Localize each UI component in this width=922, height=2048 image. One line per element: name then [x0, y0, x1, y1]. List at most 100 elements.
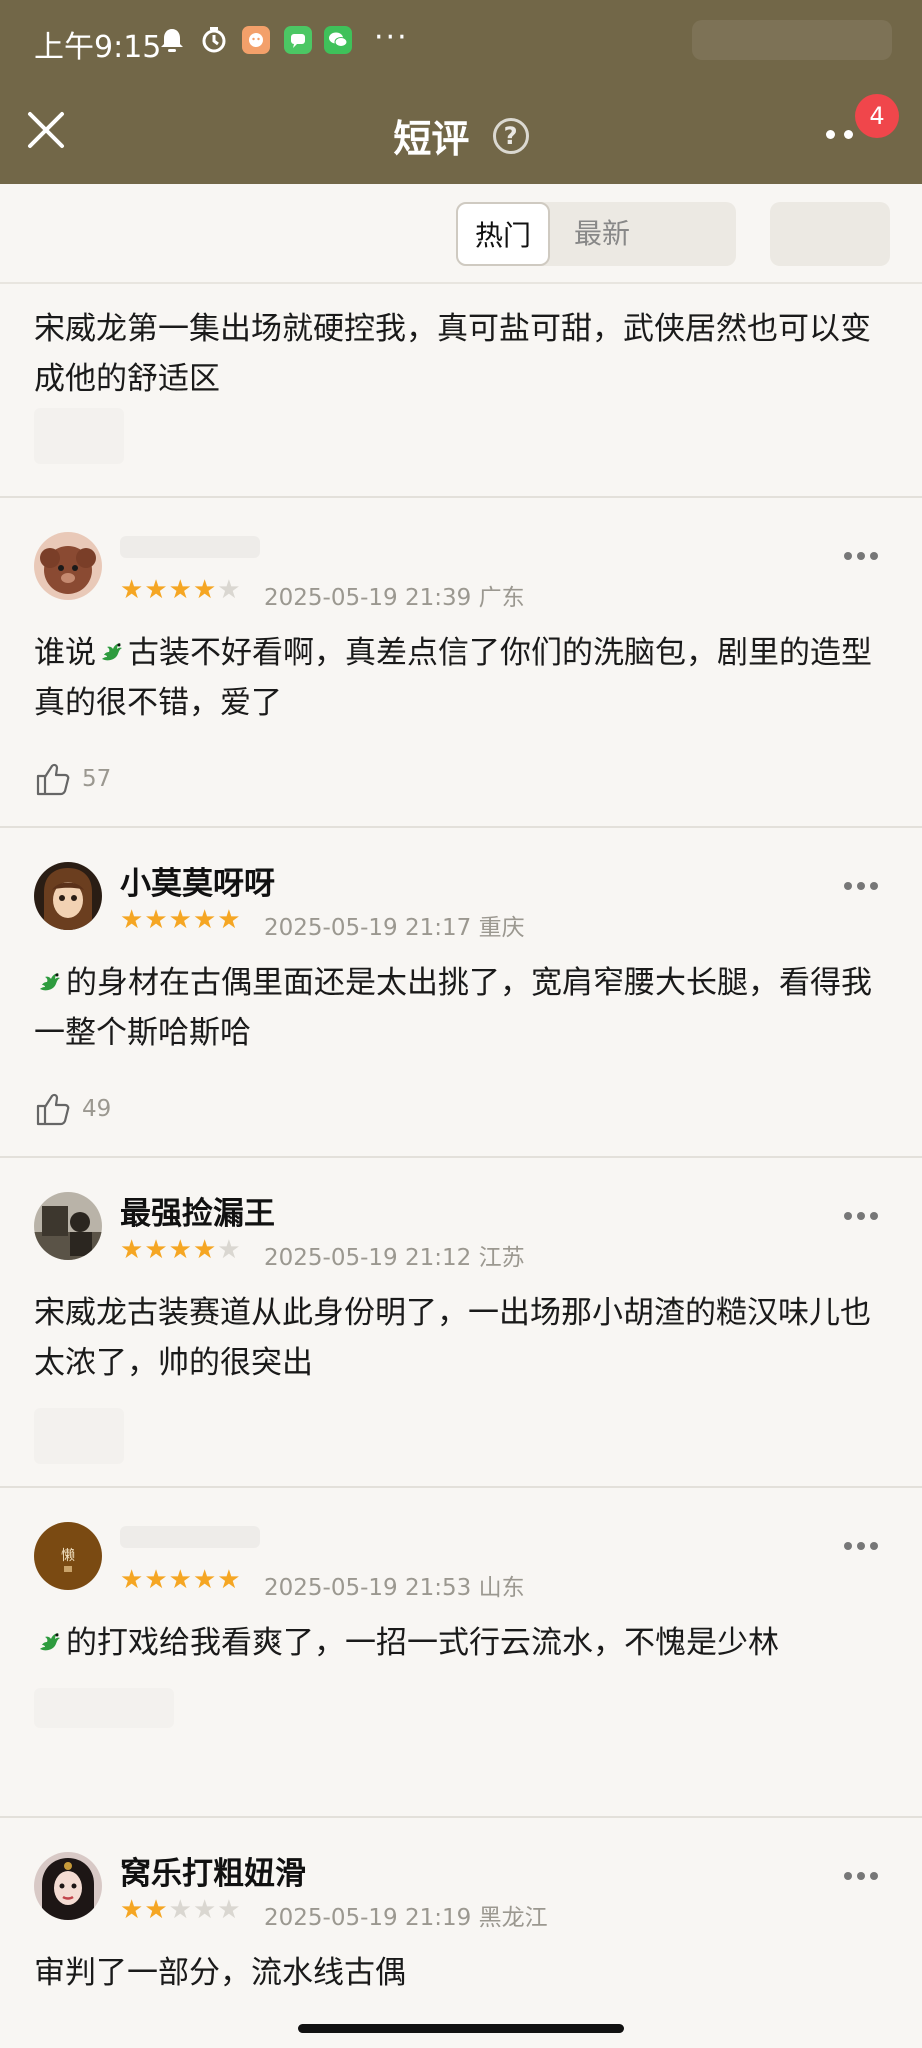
star-icon: ★	[120, 1235, 144, 1265]
user-name[interactable]	[120, 536, 260, 558]
review-text: 的身材在古偶里面还是太出挑了，宽肩窄腰大长腿，看得我一整个斯哈斯哈	[34, 958, 894, 1058]
help-icon[interactable]: ?	[492, 117, 529, 154]
star-icon: ★	[192, 905, 217, 935]
review-more-button[interactable]	[844, 1212, 878, 1224]
review-text-rest: 古装不好看啊，真差点信了你们的洗脑包，剧里的造型真的很不错，爱了	[34, 635, 872, 721]
status-right-area	[692, 20, 892, 60]
star-icon: ★	[168, 1895, 192, 1925]
seal-avatar-icon: 懒	[34, 1522, 102, 1590]
review-more-button[interactable]	[844, 1872, 878, 1884]
more-dot	[857, 1542, 865, 1550]
tab-hot[interactable]: 热门	[456, 202, 550, 266]
more-dot	[844, 130, 853, 139]
star-icon: ★	[217, 1235, 241, 1265]
more-dot	[870, 552, 878, 560]
star-icon: ★	[144, 575, 168, 605]
star-icon: ★	[192, 1895, 217, 1925]
review-item[interactable]: 最强捡漏王 ★ ★ ★ ★ ★ 2025-05-19 21:12 江苏 宋威龙古…	[0, 1158, 922, 1488]
like-area	[34, 1688, 174, 1728]
status-more-dots: ···	[374, 20, 409, 55]
review-more-button[interactable]	[844, 1542, 878, 1554]
avatar-glyph: 懒	[61, 1548, 75, 1564]
more-dot	[844, 1542, 852, 1550]
more-dot	[857, 1212, 865, 1220]
tab-bar: 热门 最新	[0, 184, 922, 284]
review-text: 审判了一部分，流水线古偶	[34, 1955, 406, 1991]
star-icon: ★	[217, 1895, 241, 1925]
like-area	[34, 1408, 124, 1464]
more-dot	[844, 552, 852, 560]
nav-bar: 短评 ? 4	[0, 84, 922, 184]
review-meta: 2025-05-19 21:17 重庆	[264, 915, 525, 941]
review-item[interactable]: 宋威龙第一集出场就硬控我，真可盐可甜，武侠居然也可以变成他的舒适区	[0, 284, 922, 498]
star-icon: ★	[168, 1565, 192, 1595]
more-dot	[870, 1212, 878, 1220]
user-name[interactable]: 窝乐打粗妞滑	[120, 1848, 306, 1893]
avatar[interactable]: 懒	[34, 1522, 102, 1590]
review-text-rest: 的身材在古偶里面还是太出挑了，宽肩窄腰大长腿，看得我一整个斯哈斯哈	[34, 965, 872, 1051]
alarm-icon	[158, 26, 186, 54]
star-icon: ★	[192, 1565, 217, 1595]
timer-icon	[200, 26, 228, 54]
more-dot	[857, 1872, 865, 1880]
star-icon: ★	[120, 1895, 144, 1925]
review-item[interactable]: 窝乐打粗妞滑 ★ ★ ★ ★ ★ 2025-05-19 21:19 黑龙江 审判…	[0, 1818, 922, 2038]
home-indicator[interactable]	[298, 2024, 624, 2033]
more-dot	[857, 882, 865, 890]
rating-stars: ★ ★ ★ ★ ★	[120, 576, 241, 604]
like-count: 57	[82, 766, 112, 792]
status-time: 上午9:15	[34, 30, 162, 65]
rating-stars: ★ ★ ★ ★ ★	[120, 1236, 241, 1264]
star-icon: ★	[192, 575, 217, 605]
star-icon: ★	[120, 1565, 144, 1595]
portrait-avatar-icon	[34, 1852, 102, 1920]
review-meta: 2025-05-19 21:39 广东	[264, 585, 525, 611]
avatar[interactable]	[34, 532, 102, 600]
avatar[interactable]	[34, 862, 102, 930]
anime-girl-avatar-icon	[34, 862, 102, 930]
more-dot	[870, 1872, 878, 1880]
message-notification-icon	[284, 26, 312, 54]
review-text-rest: 的打戏给我看爽了，一招一式行云流水，不愧是少林	[66, 1625, 779, 1661]
star-icon: ★	[192, 1235, 217, 1265]
like-count: 49	[82, 1096, 112, 1122]
puppy-avatar-icon	[34, 532, 102, 600]
avatar[interactable]	[34, 1192, 102, 1260]
star-icon: ★	[120, 905, 144, 935]
filter-button[interactable]	[770, 202, 890, 266]
user-name[interactable]	[120, 1526, 260, 1548]
status-bar: 上午9:15 ···	[0, 0, 922, 84]
review-meta: 2025-05-19 21:12 江苏	[264, 1245, 525, 1271]
review-text-lead: 谁说	[34, 635, 96, 671]
review-item[interactable]: 小莫莫呀呀 ★ ★ ★ ★ ★ 2025-05-19 21:17 重庆 的身材在…	[0, 828, 922, 1158]
review-item[interactable]: ★ ★ ★ ★ ★ 2025-05-19 21:39 广东 谁说 古装不好看啊，真…	[0, 498, 922, 828]
sort-tabs: 热门 最新	[456, 202, 736, 266]
star-icon: ★	[217, 1565, 241, 1595]
more-dot	[870, 1542, 878, 1550]
page-title-wrap: 短评 ?	[0, 108, 922, 163]
tab-latest[interactable]: 最新	[552, 202, 652, 266]
star-icon: ★	[168, 905, 192, 935]
thumbs-up-icon	[36, 1093, 70, 1126]
avatar[interactable]	[34, 1852, 102, 1920]
user-name[interactable]: 小莫莫呀呀	[120, 858, 275, 903]
more-dot	[844, 1212, 852, 1220]
review-more-button[interactable]	[844, 882, 878, 894]
user-name[interactable]: 最强捡漏王	[120, 1188, 275, 1233]
like-button[interactable]: 49	[34, 1090, 111, 1128]
review-list: 宋威龙第一集出场就硬控我，真可盐可甜，武侠居然也可以变成他的舒适区 ★ ★ ★ …	[0, 284, 922, 2038]
rating-stars: ★ ★ ★ ★ ★	[120, 1896, 241, 1924]
top-bar: 上午9:15 ··· 短评 ? 4	[0, 0, 922, 184]
star-icon: ★	[217, 905, 241, 935]
dragon-emoji-icon	[40, 1633, 60, 1651]
star-icon: ★	[168, 575, 192, 605]
app-notification-icon	[242, 26, 270, 54]
star-icon: ★	[217, 575, 241, 605]
dragon-emoji-icon	[102, 643, 122, 661]
review-item[interactable]: 懒 ★ ★ ★ ★ ★ 2025-05-19 21:53 山东 的打戏给我看爽了…	[0, 1488, 922, 1818]
like-button[interactable]: 57	[34, 760, 111, 798]
review-more-button[interactable]	[844, 552, 878, 564]
star-icon: ★	[120, 575, 144, 605]
more-dot	[826, 130, 835, 139]
star-icon: ★	[144, 1895, 168, 1925]
